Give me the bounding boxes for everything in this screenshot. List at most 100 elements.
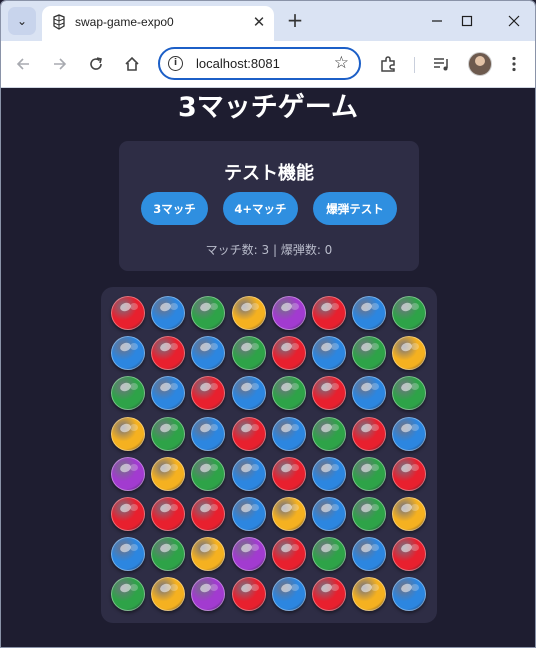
gem-green[interactable] [312, 537, 346, 572]
gem-green[interactable] [392, 376, 427, 411]
tab-strip: ⌄ swap-game-expo0 ✕ + [1, 1, 535, 41]
gem-green[interactable] [312, 416, 346, 451]
gem-green[interactable] [392, 296, 427, 330]
gem-green[interactable] [151, 416, 186, 451]
gem-yellow[interactable] [392, 336, 427, 371]
gem-yellow[interactable] [352, 577, 387, 612]
bookmark-star-icon[interactable]: ☆ [334, 53, 349, 73]
gem-red[interactable] [111, 497, 145, 531]
test-4-match-button[interactable]: 4+マッチ [223, 192, 298, 225]
gem-blue[interactable] [231, 456, 266, 491]
gem-blue[interactable] [352, 376, 387, 411]
gem-blue[interactable] [312, 336, 346, 371]
match-status-text: マッチ数: 3 | 爆弾数: 0 [205, 243, 333, 257]
chevron-down-icon: ⌄ [16, 14, 28, 28]
gem-green[interactable] [111, 376, 145, 411]
test-bomb-button[interactable]: 爆弾テスト [313, 192, 397, 225]
reload-button[interactable] [84, 52, 108, 76]
home-icon [125, 56, 139, 71]
gem-red[interactable] [352, 416, 387, 451]
tab-search-button[interactable]: ⌄ [8, 7, 36, 35]
gem-green[interactable] [352, 336, 387, 371]
gem-red[interactable] [312, 296, 346, 330]
address-bar[interactable]: i localhost:8081 ☆ [158, 47, 361, 80]
reload-icon [90, 57, 102, 70]
back-button[interactable] [11, 52, 35, 76]
test-panel-title: テスト機能 [224, 163, 314, 184]
gem-purple[interactable] [231, 537, 266, 572]
gem-blue[interactable] [352, 296, 387, 330]
maximize-icon [461, 15, 473, 27]
maximize-button[interactable] [455, 9, 479, 33]
gem-blue[interactable] [312, 497, 346, 531]
home-button[interactable] [120, 52, 144, 76]
gem-yellow[interactable] [111, 416, 145, 451]
arrow-left-icon [16, 58, 29, 70]
gem-red[interactable] [271, 336, 306, 371]
minimize-button[interactable] [425, 9, 449, 33]
gem-blue[interactable] [231, 497, 266, 531]
gem-yellow[interactable] [271, 497, 306, 531]
arrow-right-icon [54, 58, 67, 70]
gem-yellow[interactable] [151, 577, 186, 612]
profile-avatar[interactable] [468, 52, 492, 76]
gem-blue[interactable] [271, 416, 306, 451]
gem-green[interactable] [111, 577, 145, 612]
gem-blue[interactable] [352, 537, 387, 572]
gem-red[interactable] [191, 376, 226, 411]
gem-blue[interactable] [312, 456, 346, 491]
gem-red[interactable] [271, 537, 306, 572]
test-3-match-button[interactable]: 3マッチ [141, 192, 208, 225]
gem-red[interactable] [151, 336, 186, 371]
gem-yellow[interactable] [392, 497, 427, 531]
forward-button[interactable] [48, 52, 72, 76]
gem-red[interactable] [312, 376, 346, 411]
site-info-icon[interactable]: i [168, 56, 183, 71]
gem-yellow[interactable] [151, 456, 186, 491]
browser-window: ⌄ swap-game-expo0 ✕ + i localhost:8081 ☆… [0, 0, 536, 648]
page-content: 3マッチゲーム テスト機能 3マッチ 4+マッチ 爆弾テスト マッチ数: 3 |… [1, 88, 535, 647]
gem-blue[interactable] [151, 296, 186, 330]
new-tab-button[interactable]: + [284, 9, 306, 31]
gem-purple[interactable] [191, 577, 226, 612]
menu-button[interactable] [502, 52, 526, 76]
gem-green[interactable] [191, 456, 226, 491]
gem-green[interactable] [151, 537, 186, 572]
gem-green[interactable] [352, 456, 387, 491]
gem-purple[interactable] [111, 456, 145, 491]
gem-blue[interactable] [151, 376, 186, 411]
gem-green[interactable] [231, 336, 266, 371]
media-control-button[interactable] [430, 52, 454, 76]
gem-red[interactable] [271, 456, 306, 491]
gem-blue[interactable] [271, 577, 306, 612]
puzzle-icon [381, 56, 395, 72]
gem-red[interactable] [392, 456, 427, 491]
gem-red[interactable] [231, 416, 266, 451]
gem-red[interactable] [231, 577, 266, 612]
gem-blue[interactable] [231, 376, 266, 411]
extensions-button[interactable] [376, 52, 400, 76]
gem-red[interactable] [312, 577, 346, 612]
playlist-icon [434, 58, 448, 71]
gem-green[interactable] [191, 296, 226, 330]
gem-red[interactable] [392, 537, 427, 572]
tab-active[interactable]: swap-game-expo0 ✕ [42, 6, 274, 41]
gem-green[interactable] [271, 376, 306, 411]
gem-blue[interactable] [191, 336, 226, 371]
gem-purple[interactable] [271, 296, 306, 330]
gem-blue[interactable] [111, 537, 145, 572]
gem-red[interactable] [191, 497, 226, 531]
gem-blue[interactable] [392, 416, 427, 451]
gem-red[interactable] [151, 497, 186, 531]
gem-yellow[interactable] [191, 537, 226, 572]
gem-yellow[interactable] [231, 296, 266, 330]
tab-close-icon[interactable]: ✕ [248, 11, 270, 33]
tab-title: swap-game-expo0 [75, 15, 174, 29]
close-window-button[interactable] [502, 9, 526, 33]
gem-blue[interactable] [191, 416, 226, 451]
gem-blue[interactable] [392, 577, 427, 612]
url-text[interactable]: localhost:8081 [196, 56, 280, 71]
gem-red[interactable] [111, 296, 145, 330]
gem-green[interactable] [352, 497, 387, 531]
gem-blue[interactable] [111, 336, 145, 371]
